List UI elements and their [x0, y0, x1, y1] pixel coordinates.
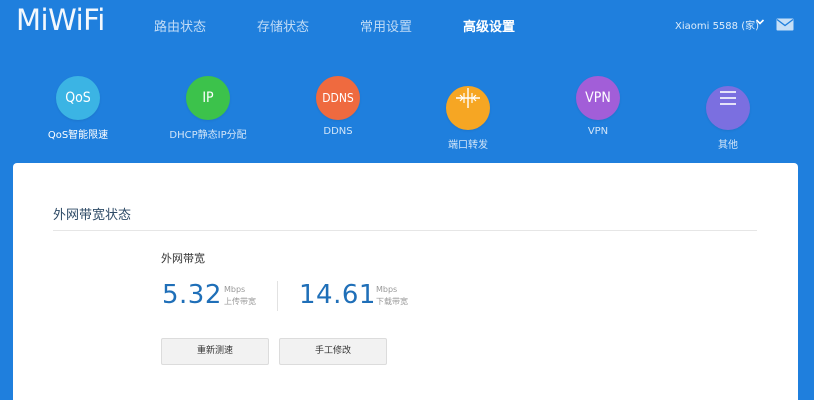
feature-qos[interactable]: QoS QoS智能限速 [18, 76, 138, 141]
qos-icon: QoS [56, 76, 100, 120]
divider [53, 230, 757, 231]
manual-edit-button[interactable]: 手工修改 [279, 338, 387, 365]
download-speed-unit: Mbps [376, 285, 398, 294]
section-title: 外网带宽状态 [53, 208, 132, 223]
upload-speed-unit: Mbps [224, 285, 246, 294]
mail-icon[interactable] [776, 18, 794, 31]
top-bar: MiWiFi 路由状态 存储状态 常用设置 高级设置 Xiaomi 5588 (… [0, 0, 814, 50]
nav-router-status[interactable]: 路由状态 [154, 16, 206, 35]
feature-vpn-label: VPN [587, 126, 609, 137]
feature-dhcp-label: DHCP静态IP分配 [169, 130, 247, 141]
retest-speed-button[interactable]: 重新测速 [161, 338, 269, 365]
feature-other[interactable]: 其他 [668, 76, 788, 151]
ddns-icon: DDNS [316, 76, 360, 120]
bandwidth-label: 外网带宽 [161, 252, 205, 265]
feature-port-forward[interactable]: 端口转发 [408, 76, 528, 151]
feature-qos-label: QoS智能限速 [47, 130, 109, 141]
port-forward-icon [446, 86, 490, 130]
download-speed-value: 14.61 [299, 280, 376, 310]
feature-dhcp[interactable]: IP DHCP静态IP分配 [148, 76, 268, 141]
download-speed-desc: 下载带宽 [376, 297, 408, 306]
ip-icon: IP [186, 76, 230, 120]
chevron-down-icon[interactable] [755, 17, 765, 27]
feature-other-label: 其他 [718, 140, 738, 151]
upload-speed-desc: 上传带宽 [224, 297, 256, 306]
bandwidth-panel: 外网带宽状态 外网带宽 5.32 Mbps 上传带宽 14.61 Mbps 下载… [13, 163, 798, 400]
feature-ddns-label: DDNS [323, 126, 353, 137]
speed-separator [277, 281, 278, 311]
logo: MiWiFi [16, 3, 105, 37]
nav-advanced-settings[interactable]: 高级设置 [463, 16, 515, 35]
feature-ddns[interactable]: DDNS DDNS [278, 76, 398, 137]
menu-icon [706, 86, 750, 130]
vpn-icon: VPN [576, 76, 620, 120]
feature-port-forward-label: 端口转发 [448, 140, 488, 151]
nav-storage-status[interactable]: 存储状态 [257, 16, 309, 35]
feature-icons: QoS QoS智能限速 IP DHCP静态IP分配 DDNS DDNS 端口转发… [0, 76, 814, 151]
upload-speed-value: 5.32 [162, 280, 222, 310]
feature-vpn[interactable]: VPN VPN [538, 76, 658, 137]
user-name[interactable]: Xiaomi 5588 (家) [675, 17, 759, 32]
nav-common-settings[interactable]: 常用设置 [360, 16, 412, 35]
